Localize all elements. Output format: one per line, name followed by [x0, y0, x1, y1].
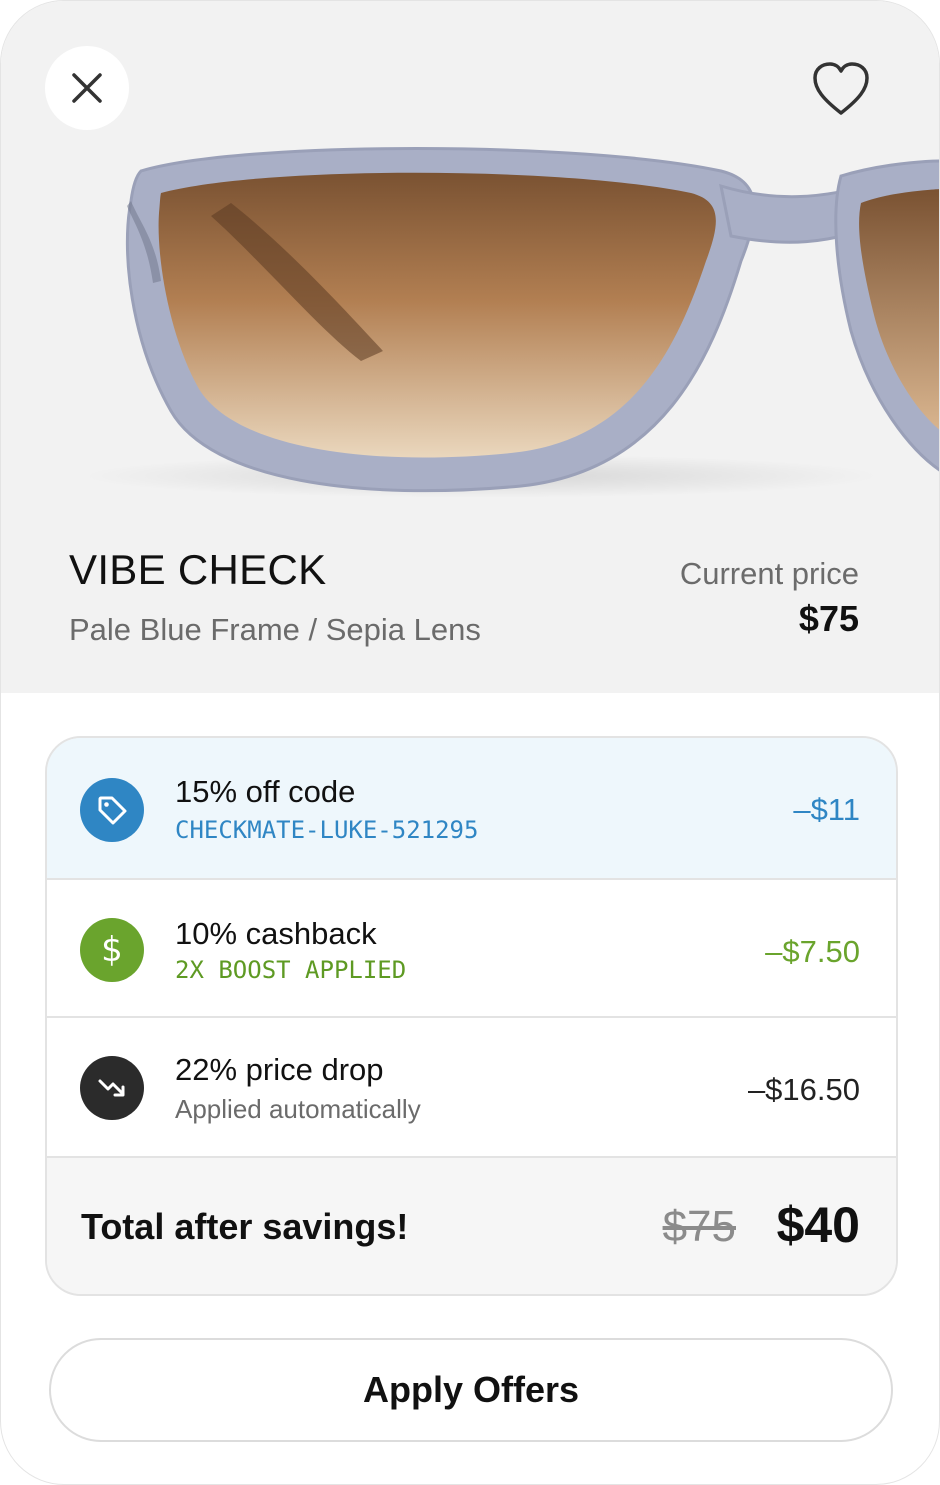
- offer-amount: –$7.50: [765, 934, 860, 969]
- total-row: Total after savings! $75 $40: [47, 1158, 896, 1294]
- close-button[interactable]: [45, 46, 129, 130]
- original-price: $75: [662, 1202, 736, 1251]
- offer-title: 10% cashback: [175, 916, 377, 951]
- offer-subtitle: 2X BOOST APPLIED: [175, 956, 407, 984]
- offer-title: 22% price drop: [175, 1052, 384, 1087]
- offer-code: CHECKMATE-LUKE-521295: [175, 816, 479, 844]
- offer-amount: –$11: [793, 792, 860, 827]
- offer-card: VIBE CHECK Pale Blue Frame / Sepia Lens …: [0, 0, 940, 1485]
- trending-down-icon: [80, 1056, 144, 1120]
- heart-icon: [813, 62, 869, 115]
- tag-icon: [80, 778, 144, 842]
- total-label: Total after savings!: [81, 1206, 409, 1247]
- product-name: VIBE CHECK: [69, 546, 327, 593]
- current-price-label: Current price: [679, 556, 859, 591]
- offers-list: 15% off code CHECKMATE-LUKE-521295 –$11 …: [45, 736, 898, 1296]
- final-price: $40: [776, 1197, 860, 1253]
- offer-title: 15% off code: [175, 774, 356, 809]
- dollar-icon: $: [80, 918, 144, 982]
- favorite-button[interactable]: [809, 59, 873, 119]
- apply-offers-button[interactable]: Apply Offers: [49, 1338, 893, 1442]
- product-image: [81, 147, 939, 498]
- product-variant: Pale Blue Frame / Sepia Lens: [69, 612, 481, 647]
- offer-subtitle: Applied automatically: [175, 1094, 421, 1124]
- offer-row-price-drop[interactable]: 22% price drop Applied automatically –$1…: [47, 1018, 896, 1158]
- offer-row-cashback[interactable]: $ 10% cashback 2X BOOST APPLIED –$7.50: [47, 880, 896, 1018]
- current-price-value: $75: [798, 598, 859, 639]
- offer-amount: –$16.50: [747, 1072, 860, 1107]
- product-hero: VIBE CHECK Pale Blue Frame / Sepia Lens …: [1, 1, 939, 693]
- close-icon: [72, 73, 102, 103]
- offer-row-code[interactable]: 15% off code CHECKMATE-LUKE-521295 –$11: [47, 738, 896, 880]
